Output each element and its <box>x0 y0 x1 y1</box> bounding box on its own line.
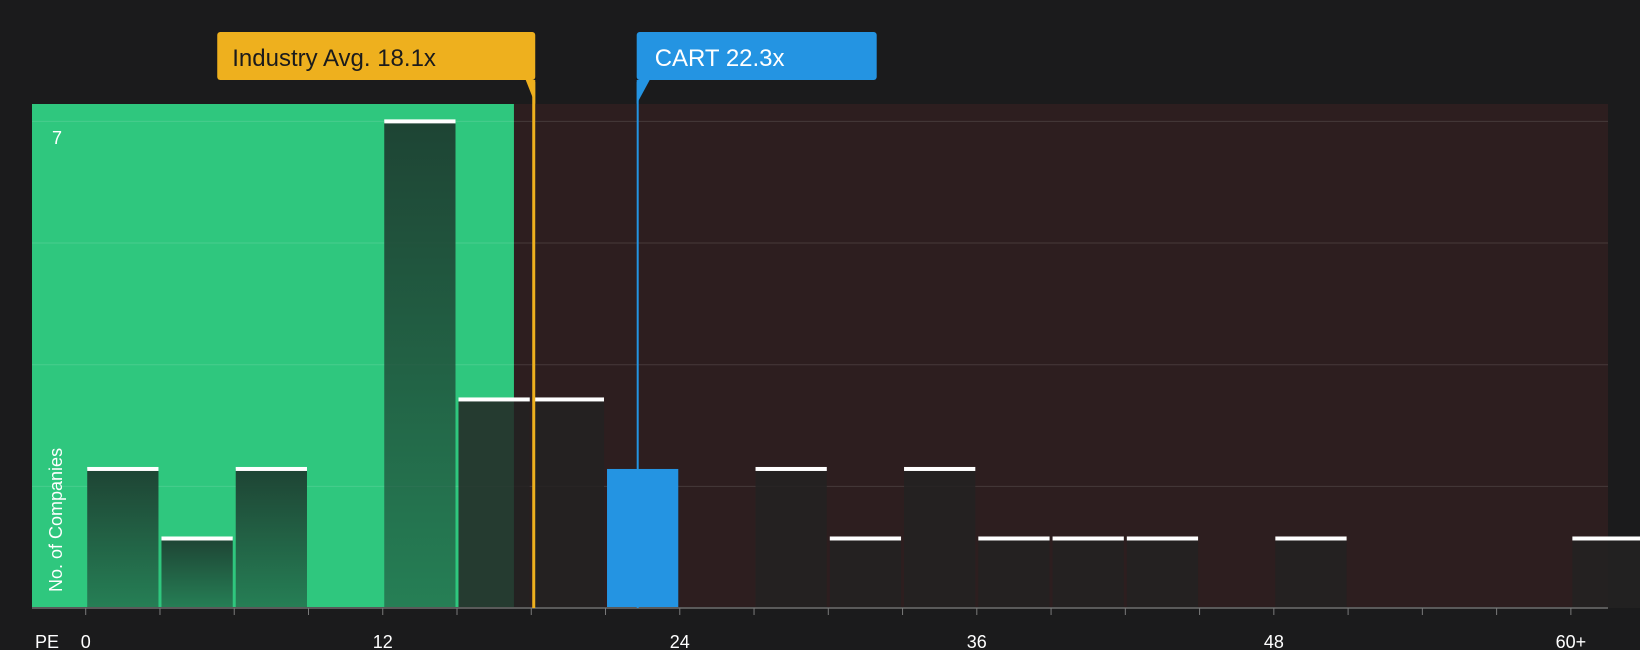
industry-avg-line <box>532 82 536 608</box>
histogram-bar <box>1126 538 1199 608</box>
histogram-bar <box>458 399 530 608</box>
x-tick-label: 48 <box>1264 632 1284 650</box>
industry-avg-pointer <box>525 80 536 104</box>
histogram-bar <box>161 538 233 608</box>
bar-top-cap <box>904 466 976 471</box>
bar-top-cap <box>161 536 233 541</box>
histogram-bar <box>1275 538 1347 608</box>
x-tick-label: 12 <box>373 632 393 650</box>
histogram-bar <box>829 538 902 608</box>
bar-top-cap <box>458 397 530 402</box>
histogram-bar <box>384 121 456 609</box>
histogram-bar <box>235 468 307 608</box>
x-tick-label: 36 <box>967 632 987 650</box>
bar-top-cap <box>829 536 902 541</box>
bar-top-cap <box>1572 536 1640 541</box>
bar-top-cap <box>384 119 456 124</box>
x-tick-label: 60+ <box>1556 632 1587 650</box>
x-tick-label: 0 <box>81 632 91 650</box>
bar-top-cap <box>532 397 605 402</box>
callouts: Industry Avg. 18.1x CART 22.3x <box>217 32 877 80</box>
histogram-bar <box>978 538 1050 608</box>
x-axis: 0 12 24 36 48 60+ <box>32 607 1608 650</box>
histogram-bar <box>607 468 679 608</box>
x-axis-label: PE <box>35 632 59 650</box>
bar-top-cap <box>87 466 159 471</box>
histogram-bar <box>87 468 159 608</box>
x-tick-label: 24 <box>670 632 690 650</box>
bar-top-cap <box>1052 536 1124 541</box>
histogram-bar <box>1052 538 1124 608</box>
industry-avg-callout-label: Industry Avg. 18.1x <box>232 45 436 72</box>
company-pe-line <box>636 82 639 608</box>
histogram-bar <box>532 399 605 608</box>
y-axis-label: No. of Companies <box>46 448 66 592</box>
bar-top-cap <box>235 466 307 471</box>
bar-top-cap <box>1126 536 1199 541</box>
pe-distribution-chart: 0 12 24 36 48 60+ 7 No. of Companies PE Indus… <box>0 0 1640 650</box>
bar-top-cap <box>1275 536 1347 541</box>
bar-top-cap <box>755 466 827 471</box>
bar-top-cap <box>978 536 1050 541</box>
histogram-bar <box>755 468 827 608</box>
company-callout-label: CART 22.3x <box>655 45 785 72</box>
pe-histogram-svg: 0 12 24 36 48 60+ 7 No. of Companies PE Indus… <box>32 32 1640 650</box>
histogram-bar <box>904 468 976 608</box>
y-tick-label: 7 <box>52 128 62 148</box>
histogram-bar <box>1572 538 1640 608</box>
